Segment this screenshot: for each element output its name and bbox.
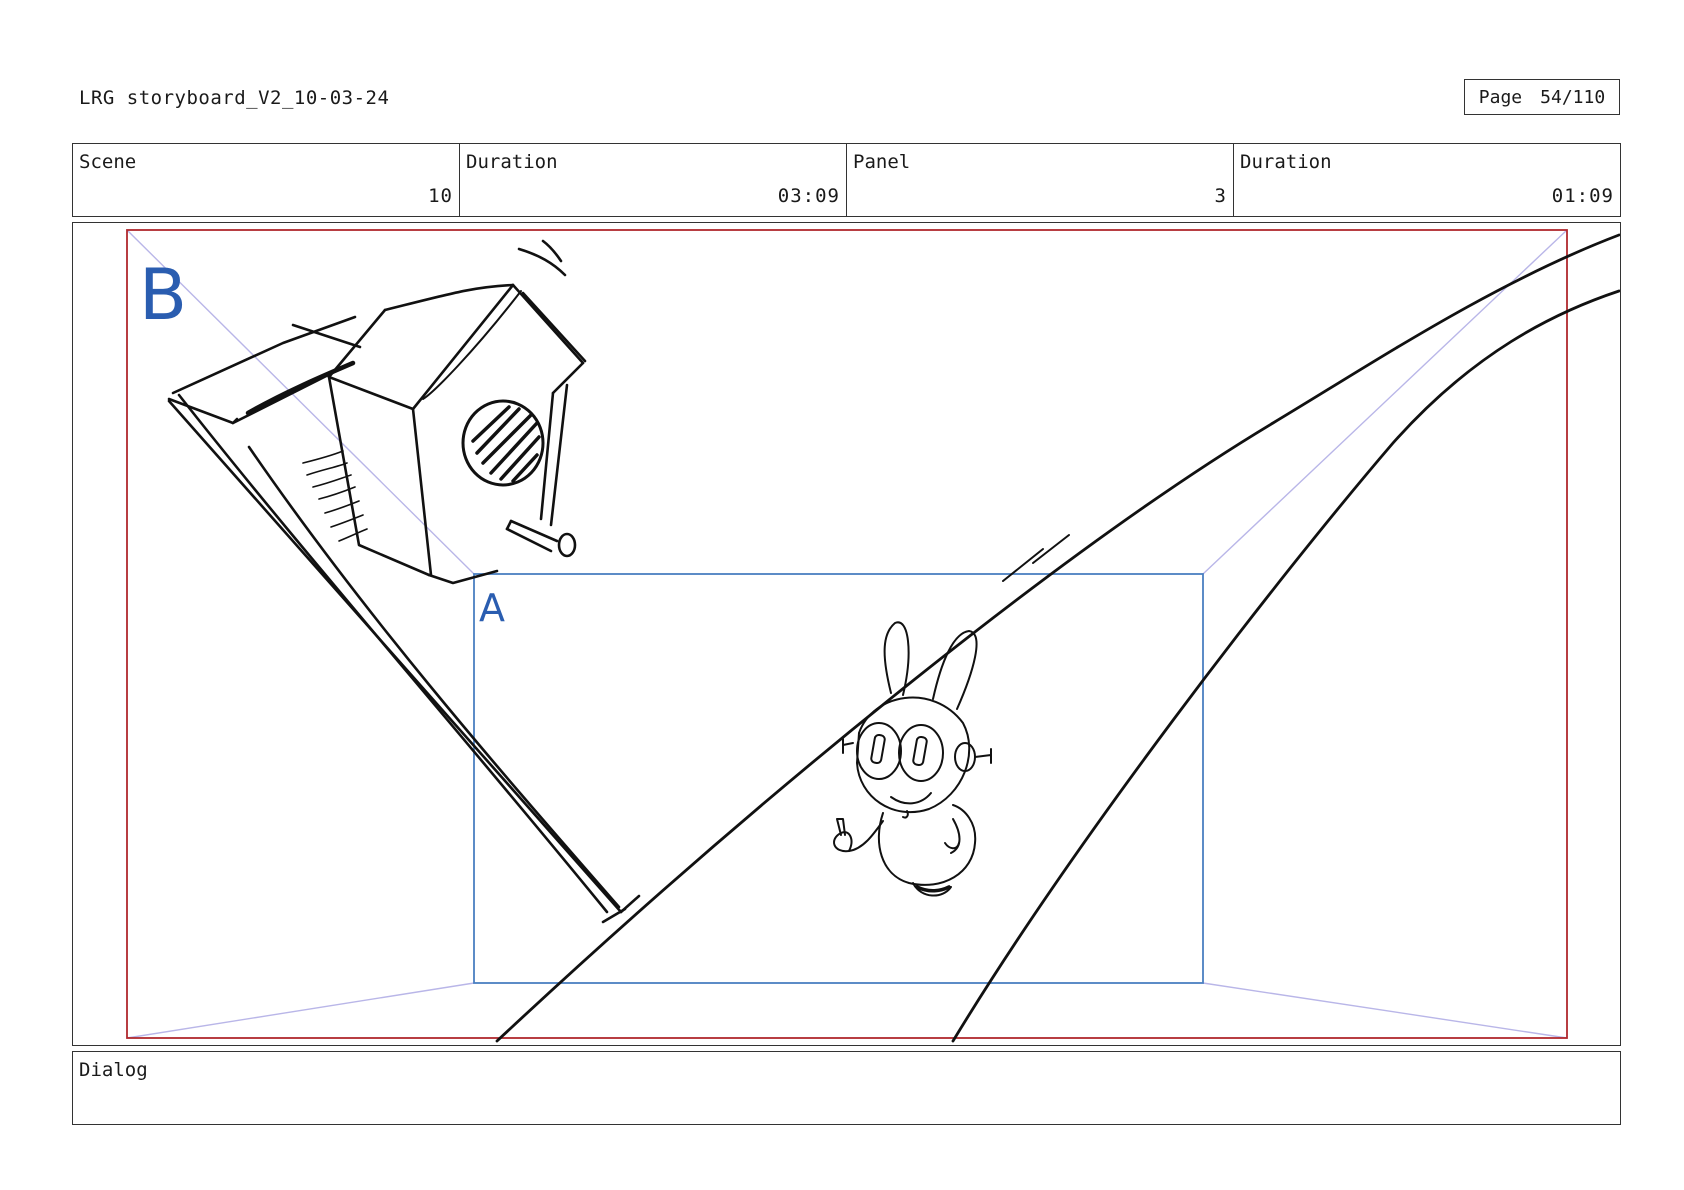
dialog-box: Dialog [72,1051,1621,1125]
scene-label: Scene [79,151,137,173]
document-title: LRG storyboard_V2_10-03-24 [79,87,390,109]
road-sketch [495,233,1620,1043]
camera-b-label: B [139,254,187,336]
bunny-character [833,621,992,897]
scene-duration-cell: Duration 03:09 [460,144,847,216]
page-label: Page [1478,86,1523,108]
scene-duration-label: Duration [466,151,558,173]
page-number: 54/110 [1540,86,1606,108]
camera-frame-b [126,229,1568,1039]
camera-guides [126,229,1568,1039]
panel-label: Panel [853,151,911,173]
dialog-label: Dialog [79,1059,148,1081]
panel-drawing: B A [126,229,1620,1043]
panel-value: 3 [1214,185,1227,207]
camera-a-label: A [479,586,505,630]
storyboard-panel: B A [72,222,1621,1046]
page-indicator: Page 54/110 [1464,79,1620,115]
scene-value: 10 [428,185,453,207]
scene-cell: Scene 10 [73,144,460,216]
scene-duration-value: 03:09 [777,185,840,207]
panel-duration-label: Duration [1240,151,1332,173]
panel-duration-value: 01:09 [1551,185,1614,207]
shot-info-row: Scene 10 Duration 03:09 Panel 3 Duration… [72,143,1621,217]
birdhouse-sketch [167,239,641,924]
panel-duration-cell: Duration 01:09 [1234,144,1620,216]
panel-cell: Panel 3 [847,144,1234,216]
camera-frame-a [473,573,1204,984]
